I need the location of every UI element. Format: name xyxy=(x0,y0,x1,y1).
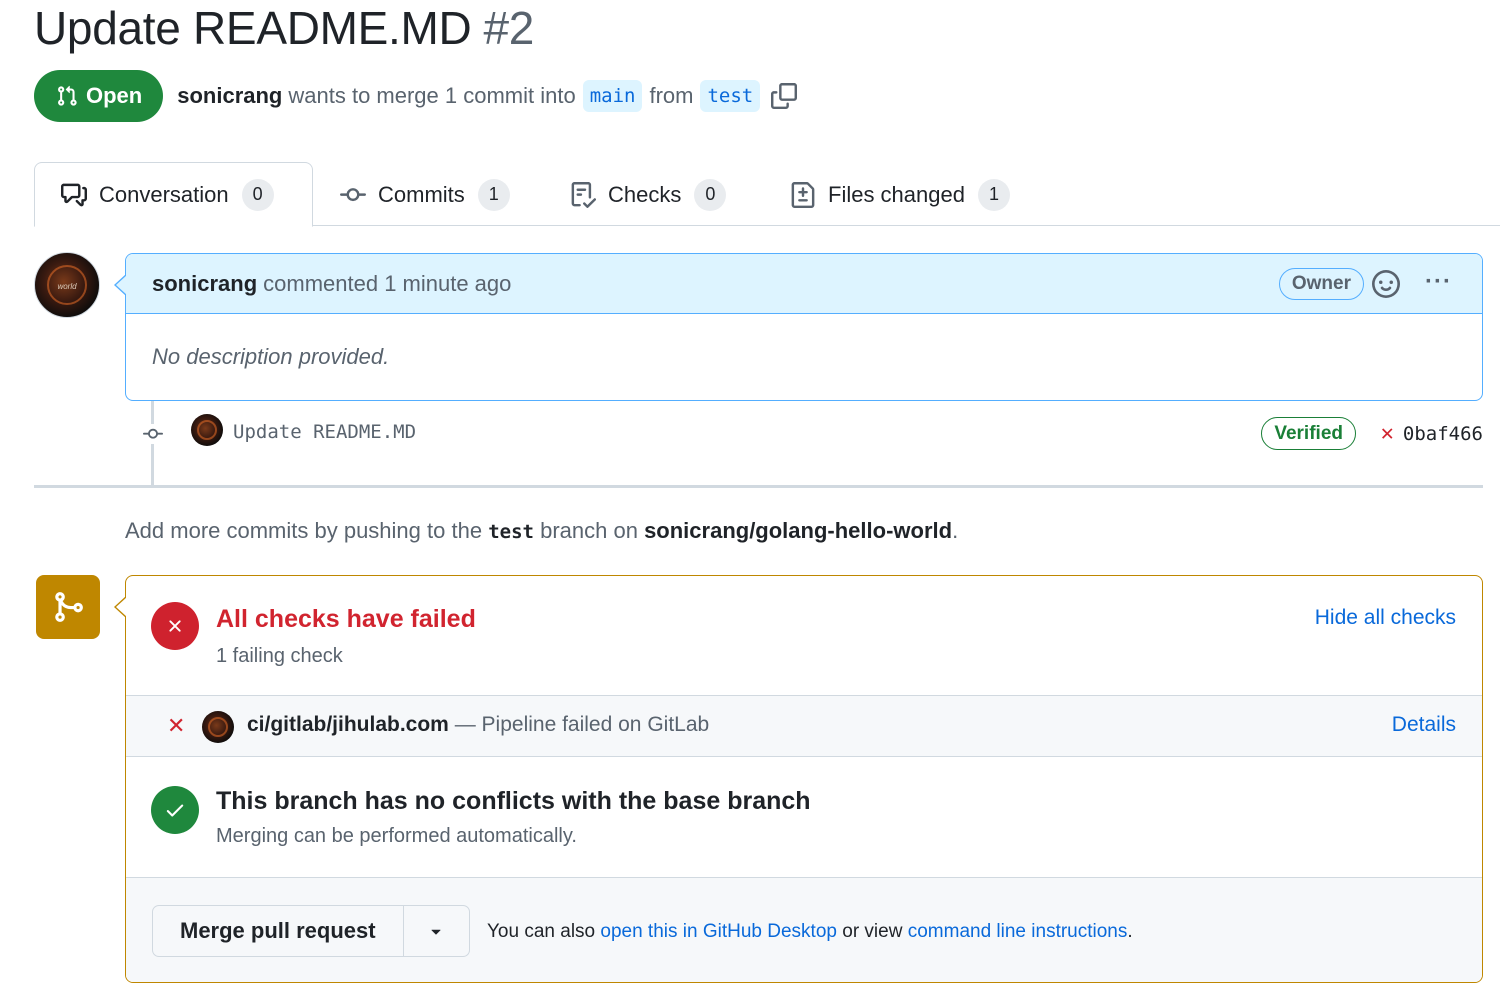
state-badge: Open xyxy=(34,70,164,122)
commit-sha[interactable]: ✕ 0baf466 xyxy=(1381,421,1483,446)
merge-hint-mid: or view xyxy=(842,921,903,942)
conflicts-title: This branch has no conflicts with the ba… xyxy=(216,787,811,815)
smiley-icon[interactable] xyxy=(1372,270,1400,304)
merge-hint: You can also open this in GitHub Desktop… xyxy=(487,921,1133,943)
comment-author-avatar[interactable]: world xyxy=(34,252,100,318)
hide-all-checks-link[interactable]: Hide all checks xyxy=(1315,606,1456,630)
checks-title: All checks have failed xyxy=(216,605,476,633)
merge-button-group: Merge pull request xyxy=(152,905,470,957)
pr-state-row: Open sonicrang wants to merge 1 commit i… xyxy=(34,70,798,122)
from-text: from xyxy=(649,83,694,108)
check-app-avatar xyxy=(202,711,234,743)
merge-options-dropdown[interactable] xyxy=(404,906,469,956)
details-link[interactable]: Details xyxy=(1392,713,1456,737)
x-circle-icon xyxy=(151,602,199,650)
tab-conversation-count: 0 xyxy=(241,178,274,211)
tab-checks[interactable]: Checks 0 xyxy=(570,162,727,227)
tab-files-changed[interactable]: Files changed 1 xyxy=(790,162,1010,227)
head-branch[interactable]: test xyxy=(700,80,761,112)
push-hint-prefix: Add more commits by pushing to the xyxy=(125,518,483,543)
comment-timestamp[interactable]: commented 1 minute ago xyxy=(263,271,511,297)
comment-body: No description provided. xyxy=(152,344,390,369)
command-line-instructions-link[interactable]: command line instructions xyxy=(908,921,1128,942)
merge-pull-request-button[interactable]: Merge pull request xyxy=(153,906,404,956)
comment-header: sonicrang commented 1 minute ago Owner ·… xyxy=(114,254,1482,314)
git-commit-icon xyxy=(140,424,166,449)
conflicts-subtitle: Merging can be performed automatically. xyxy=(216,825,577,847)
pr-title-text: Update README.MD xyxy=(34,2,472,54)
pr-description-comment: sonicrang commented 1 minute ago Owner ·… xyxy=(114,253,1483,401)
pr-number: #2 xyxy=(483,2,535,54)
commit-author-avatar[interactable] xyxy=(191,414,223,446)
push-hint-middle: branch on xyxy=(540,518,638,543)
tab-conversation[interactable]: Conversation 0 xyxy=(34,162,313,227)
tab-checks-count: 0 xyxy=(694,178,727,211)
timeline-commit: Update README.MD Verified ✕ 0baf466 xyxy=(140,414,1483,452)
tab-conversation-label: Conversation xyxy=(99,181,229,207)
conflicts-summary: This branch has no conflicts with the ba… xyxy=(126,757,1482,878)
checks-summary: All checks have failed 1 failing check H… xyxy=(126,576,1482,696)
check-circle-icon xyxy=(151,786,199,834)
tab-files-changed-label: Files changed xyxy=(828,181,965,207)
copy-icon[interactable] xyxy=(771,83,798,109)
commit-sha-text[interactable]: 0baf466 xyxy=(1403,423,1483,445)
merge-actions: Merge pull request You can also open thi… xyxy=(126,878,1482,982)
check-run-text: ci/gitlab/jihulab.com — Pipeline failed … xyxy=(247,713,709,737)
comment-author[interactable]: sonicrang xyxy=(152,271,257,297)
tab-checks-label: Checks xyxy=(608,181,682,207)
merge-box: All checks have failed 1 failing check H… xyxy=(114,575,1483,983)
merge-hint-prefix: You can also xyxy=(487,921,596,942)
merge-hint-suffix: . xyxy=(1127,921,1133,942)
state-label: Open xyxy=(86,83,143,108)
push-hint-branch: test xyxy=(488,521,534,543)
git-commit-icon xyxy=(340,187,366,201)
pr-author-link[interactable]: sonicrang xyxy=(177,83,282,109)
checklist-icon xyxy=(571,181,596,208)
check-name: ci/gitlab/jihulab.com xyxy=(247,713,449,736)
pr-title: Update README.MD #2 xyxy=(34,0,534,56)
timeline-break xyxy=(34,485,1483,488)
merge-summary: sonicrang wants to merge 1 commit into m… xyxy=(177,80,798,112)
verified-badge[interactable]: Verified xyxy=(1261,417,1356,450)
triangle-down-icon xyxy=(431,929,441,935)
x-icon[interactable]: ✕ xyxy=(1381,421,1394,446)
open-in-desktop-link[interactable]: open this in GitHub Desktop xyxy=(600,921,837,942)
base-branch[interactable]: main xyxy=(582,80,643,112)
push-hint-suffix: . xyxy=(952,518,959,543)
push-hint: Add more commits by pushing to the test … xyxy=(125,518,958,544)
commit-message[interactable]: Update README.MD xyxy=(233,421,416,443)
comment-discussion-icon xyxy=(61,183,87,206)
push-hint-repo[interactable]: sonicrang/golang-hello-world xyxy=(644,518,952,543)
check-description: — Pipeline failed on GitLab xyxy=(454,713,710,736)
kebab-horizontal-icon[interactable]: ··· xyxy=(1425,268,1452,296)
check-run-row: ✕ ci/gitlab/jihulab.com — Pipeline faile… xyxy=(126,696,1482,757)
git-merge-icon xyxy=(36,575,100,639)
merge-text: wants to merge 1 commit into xyxy=(288,83,576,108)
file-diff-icon xyxy=(791,181,815,208)
tab-commits-label: Commits xyxy=(378,181,465,207)
git-pull-request-icon xyxy=(58,85,77,106)
tab-commits-count: 1 xyxy=(477,178,510,211)
owner-badge: Owner xyxy=(1278,268,1364,300)
tab-commits[interactable]: Commits 1 xyxy=(340,162,510,227)
checks-subtitle: 1 failing check xyxy=(216,645,343,667)
pr-tabs: Conversation 0 Commits 1 Checks 0 Files … xyxy=(34,162,1500,227)
x-icon: ✕ xyxy=(167,713,186,738)
tab-files-changed-count: 1 xyxy=(977,178,1010,211)
